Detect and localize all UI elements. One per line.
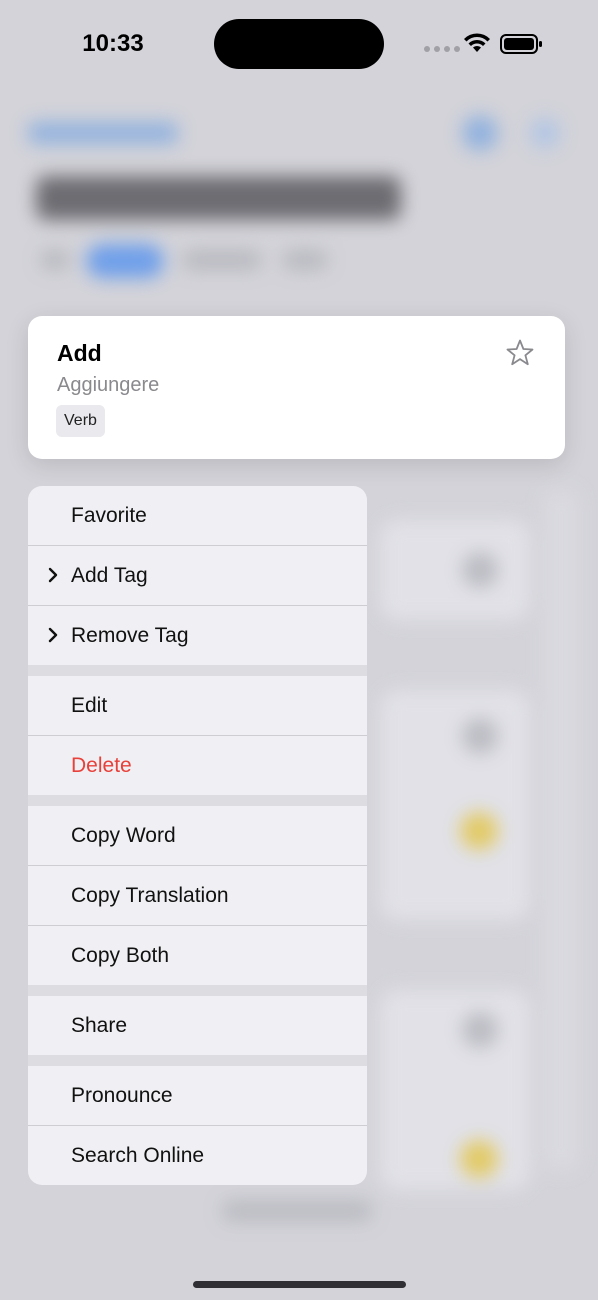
menu-item-copy-both[interactable]: Copy Both bbox=[28, 926, 367, 985]
word-preview-card: Add Aggiungere Verb bbox=[28, 316, 565, 459]
star-outline-icon[interactable] bbox=[505, 338, 535, 368]
background-title bbox=[36, 176, 401, 220]
background-star-icon bbox=[462, 718, 498, 754]
background-filter-pill bbox=[40, 250, 70, 270]
menu-item-label: Search Online bbox=[71, 1143, 205, 1167]
menu-item-label: Copy Both bbox=[71, 943, 170, 967]
menu-item-label: Add Tag bbox=[71, 563, 148, 587]
background-filter-pill bbox=[282, 250, 328, 270]
menu-group-divider bbox=[28, 665, 367, 676]
dynamic-island bbox=[214, 19, 384, 69]
chevron-right-icon bbox=[48, 627, 58, 643]
background-back-button bbox=[28, 122, 178, 144]
menu-item-delete[interactable]: Delete bbox=[28, 736, 367, 795]
menu-item-edit[interactable]: Edit bbox=[28, 676, 367, 735]
status-time: 10:33 bbox=[82, 30, 144, 57]
menu-item-label: Remove Tag bbox=[71, 623, 189, 647]
background-favorite-star-icon bbox=[460, 1140, 498, 1178]
background-favorite-star-icon bbox=[460, 812, 498, 850]
chevron-right-icon bbox=[48, 567, 58, 583]
menu-item-search-online[interactable]: Search Online bbox=[28, 1126, 367, 1185]
menu-item-label: Copy Word bbox=[71, 823, 176, 847]
background-action-icon bbox=[462, 115, 498, 151]
background-card bbox=[380, 990, 530, 1190]
menu-item-add-tag[interactable]: Add Tag bbox=[28, 546, 367, 605]
menu-item-favorite[interactable]: Favorite bbox=[28, 486, 367, 545]
menu-item-label: Delete bbox=[71, 753, 132, 777]
menu-group-divider bbox=[28, 1055, 367, 1066]
background-index-bar bbox=[544, 490, 578, 1170]
preview-translation: Aggiungere bbox=[57, 374, 160, 396]
background-filter-pill bbox=[182, 250, 262, 270]
menu-item-share[interactable]: Share bbox=[28, 996, 367, 1055]
background-card bbox=[380, 690, 530, 920]
preview-word: Add bbox=[57, 340, 102, 366]
menu-item-label: Favorite bbox=[71, 503, 147, 527]
home-indicator[interactable] bbox=[193, 1281, 406, 1288]
background-filter-pill-selected bbox=[86, 244, 164, 278]
menu-group-divider bbox=[28, 795, 367, 806]
menu-item-pronounce[interactable]: Pronounce bbox=[28, 1066, 367, 1125]
background-star-icon bbox=[462, 1012, 498, 1048]
menu-item-label: Copy Translation bbox=[71, 883, 229, 907]
battery-icon bbox=[500, 34, 542, 54]
menu-item-label: Edit bbox=[71, 693, 108, 717]
background-star-icon bbox=[462, 552, 498, 588]
background-footer-text bbox=[222, 1200, 372, 1222]
menu-item-remove-tag[interactable]: Remove Tag bbox=[28, 606, 367, 665]
menu-item-label: Share bbox=[71, 1013, 128, 1037]
preview-tag-badge: Verb bbox=[56, 405, 105, 437]
context-menu: Favorite Add Tag Remove Tag Edit Delete … bbox=[28, 486, 367, 1185]
background-add-icon bbox=[530, 118, 560, 148]
background-card bbox=[380, 520, 530, 620]
menu-item-label: Pronounce bbox=[71, 1083, 173, 1107]
cellular-signal-icon bbox=[424, 46, 460, 52]
menu-item-copy-translation[interactable]: Copy Translation bbox=[28, 866, 367, 925]
menu-group-divider bbox=[28, 985, 367, 996]
menu-item-copy-word[interactable]: Copy Word bbox=[28, 806, 367, 865]
wifi-icon bbox=[464, 33, 490, 52]
